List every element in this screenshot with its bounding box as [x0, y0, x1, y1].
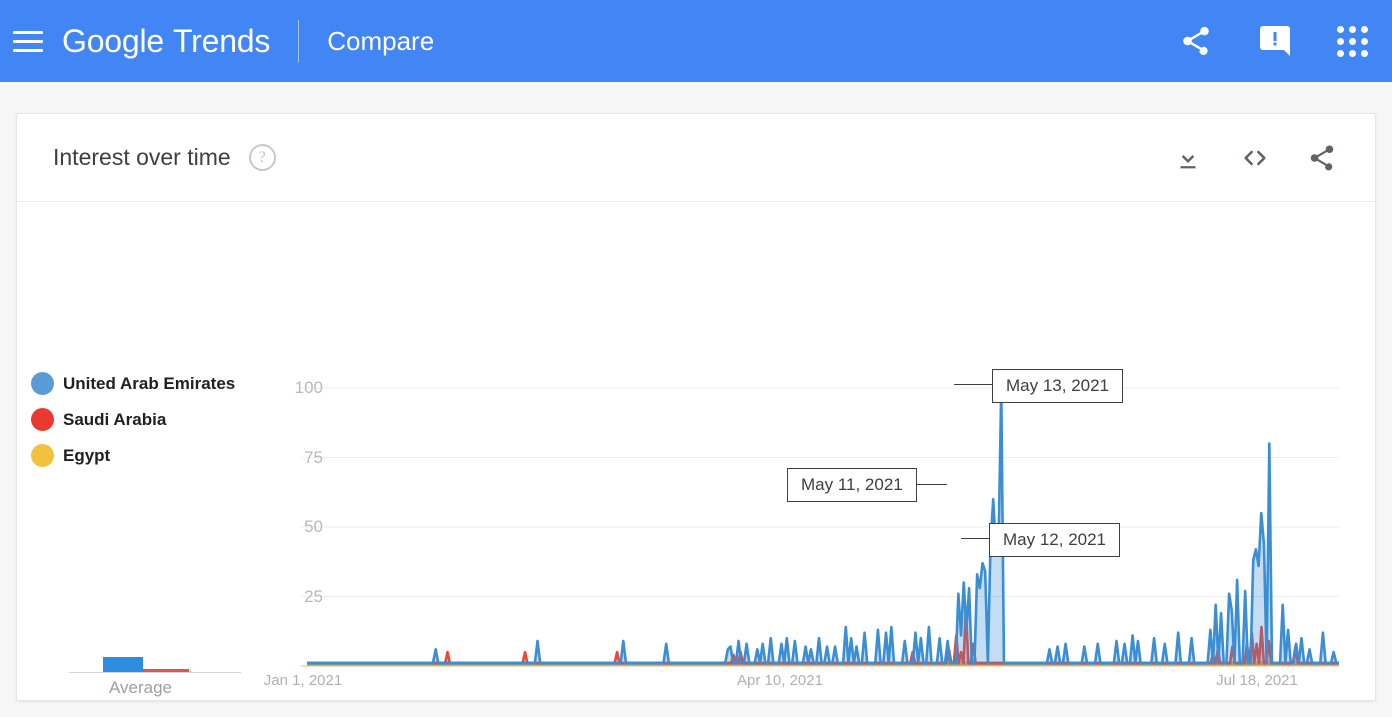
annotation-callout[interactable]: May 11, 2021: [787, 468, 917, 502]
interest-over-time-card: Interest over time ?: [16, 113, 1376, 701]
share-icon[interactable]: [1179, 24, 1213, 58]
logo-trends-text: Trends: [173, 23, 270, 60]
y-tick-label: 50: [263, 517, 323, 537]
embed-code-icon[interactable]: [1239, 142, 1271, 174]
share-icon[interactable]: [1307, 143, 1337, 173]
annotation-callout[interactable]: May 13, 2021: [992, 369, 1123, 403]
app-header-bar: Google Trends Compare: [0, 0, 1392, 82]
menu-line: [13, 31, 43, 34]
header-actions: [1179, 23, 1392, 59]
series-line: [307, 388, 1339, 663]
x-tick-label: Jul 18, 2021: [1216, 672, 1298, 689]
line-chart-plot: 100 75 50 25 Jan 1, 2021 Apr 10, 2021 Ju…: [17, 202, 1375, 701]
apps-grid-icon[interactable]: [1337, 26, 1368, 57]
feedback-icon[interactable]: [1257, 23, 1293, 59]
card-action-icons: [1173, 142, 1337, 174]
x-tick-label: Apr 10, 2021: [737, 672, 823, 689]
google-trends-logo[interactable]: Google Trends: [62, 23, 270, 60]
series-line: [307, 608, 1339, 664]
page-title: Interest over time: [53, 144, 231, 171]
callout-leader-line: [916, 484, 947, 485]
y-tick-label: 100: [263, 378, 323, 398]
y-tick-label: 25: [263, 587, 323, 607]
compare-page-label[interactable]: Compare: [327, 26, 434, 57]
menu-line: [13, 49, 43, 52]
x-tick-label: Jan 1, 2021: [264, 672, 342, 689]
menu-line: [13, 40, 43, 43]
chart-svg: [17, 202, 1375, 701]
y-tick-label: 75: [263, 448, 323, 468]
y-axis-ticks: 100 75 50 25: [263, 202, 323, 701]
header-divider: [298, 20, 299, 62]
annotation-callout[interactable]: May 12, 2021: [989, 523, 1120, 557]
help-question-icon[interactable]: ?: [249, 144, 276, 171]
callout-leader-line: [954, 384, 994, 385]
logo-google-text: Google: [62, 23, 164, 60]
chart-body: United Arab Emirates Saudi Arabia Egypt …: [17, 202, 1375, 701]
hamburger-menu-icon[interactable]: [8, 21, 48, 61]
apps-grid-dots: [1337, 26, 1368, 57]
series-area: [307, 608, 1339, 666]
download-icon[interactable]: [1173, 143, 1203, 173]
card-header: Interest over time ?: [17, 114, 1375, 202]
